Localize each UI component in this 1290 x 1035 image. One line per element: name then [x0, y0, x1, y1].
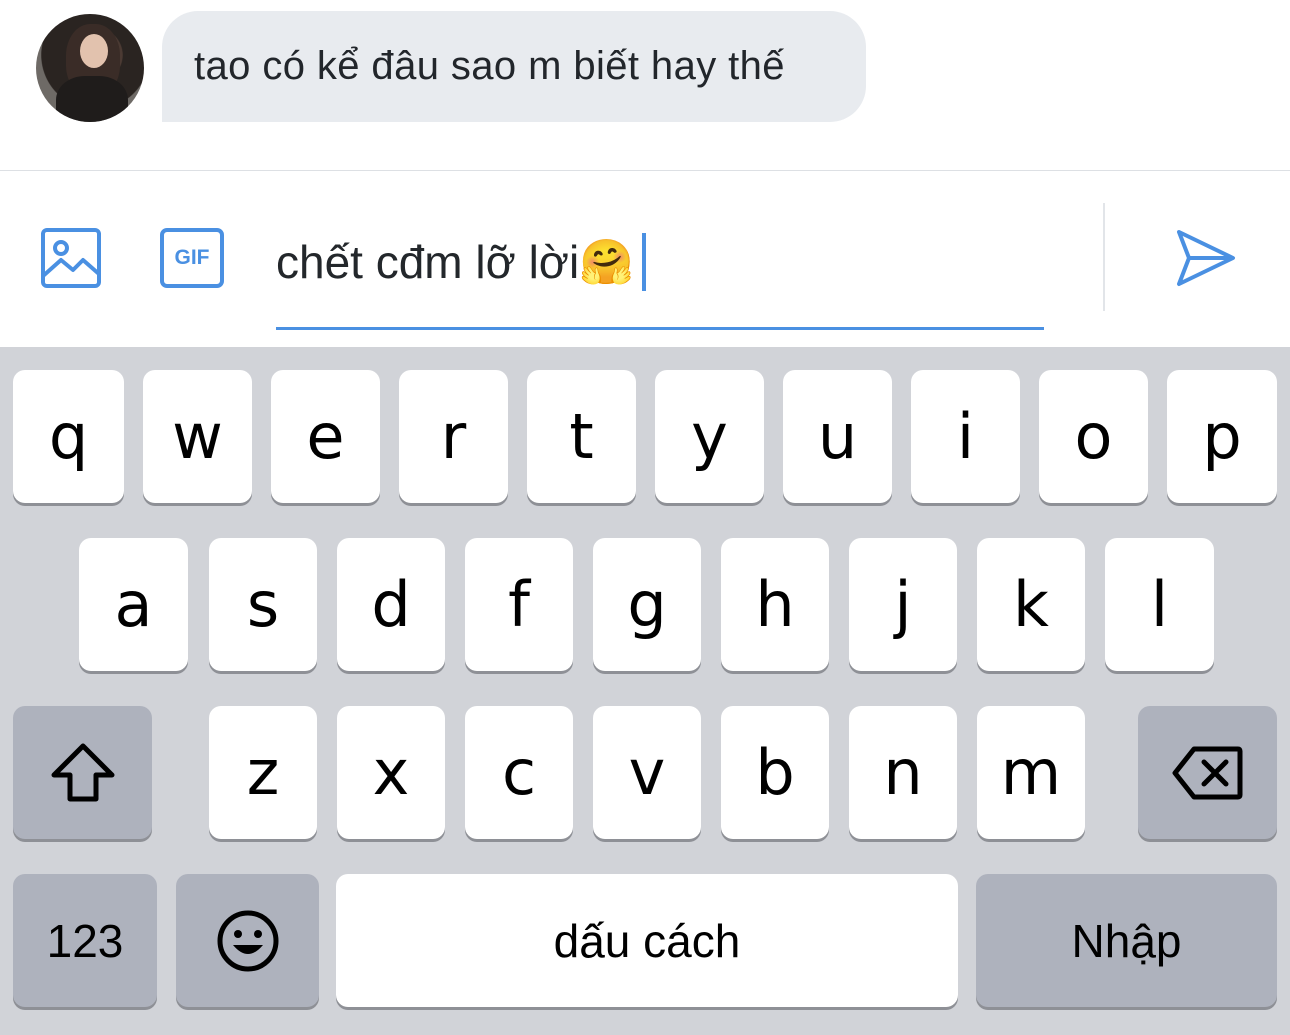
key-m[interactable]: m	[977, 706, 1085, 839]
space-key-label: dấu cách	[553, 914, 741, 967]
chat-area: tao có kể đâu sao m biết hay thế	[0, 0, 1290, 170]
key-label: v	[628, 735, 666, 809]
key-label: u	[817, 399, 858, 473]
image-button[interactable]	[38, 225, 104, 291]
gif-label: GIF	[174, 246, 210, 269]
keyboard: q w e r t y u i o p a s d f g h j k l z …	[0, 347, 1290, 1035]
numbers-key[interactable]: 123	[13, 874, 157, 1007]
key-label: s	[246, 567, 280, 641]
key-e[interactable]: e	[271, 370, 380, 503]
key-l[interactable]: l	[1105, 538, 1214, 671]
message-text: tao có kể đâu sao m biết hay thế	[194, 44, 785, 88]
emoji-icon	[217, 910, 278, 971]
key-label: e	[306, 399, 345, 473]
key-s[interactable]: s	[209, 538, 317, 671]
key-label: c	[501, 735, 537, 809]
emoji-key[interactable]	[176, 874, 319, 1007]
key-label: l	[1150, 567, 1169, 641]
key-b[interactable]: b	[721, 706, 829, 839]
key-n[interactable]: n	[849, 706, 957, 839]
key-r[interactable]: r	[399, 370, 508, 503]
key-label: h	[755, 567, 795, 641]
shift-icon	[51, 743, 114, 801]
key-label: i	[956, 399, 975, 473]
key-h[interactable]: h	[721, 538, 829, 671]
message-composer: GIF chết cđm lỡ lời 🤗	[0, 171, 1290, 347]
key-j[interactable]: j	[849, 538, 957, 671]
image-icon	[41, 228, 101, 288]
key-label: p	[1202, 399, 1242, 473]
return-key-label: Nhập	[1071, 914, 1182, 967]
key-label: d	[371, 567, 411, 641]
key-label: j	[894, 567, 912, 641]
key-label: o	[1074, 399, 1113, 473]
key-label: y	[691, 399, 728, 473]
avatar[interactable]	[36, 14, 144, 122]
key-t[interactable]: t	[527, 370, 636, 503]
key-i[interactable]: i	[911, 370, 1020, 503]
key-label: a	[114, 567, 153, 641]
return-key[interactable]: Nhập	[976, 874, 1277, 1007]
key-label: b	[755, 735, 795, 809]
message-input[interactable]: chết cđm lỡ lời 🤗	[276, 211, 1044, 330]
key-q[interactable]: q	[13, 370, 124, 503]
space-key[interactable]: dấu cách	[336, 874, 958, 1007]
key-label: f	[508, 567, 530, 641]
key-x[interactable]: x	[337, 706, 445, 839]
key-d[interactable]: d	[337, 538, 445, 671]
key-a[interactable]: a	[79, 538, 188, 671]
key-z[interactable]: z	[209, 706, 317, 839]
key-c[interactable]: c	[465, 706, 573, 839]
key-w[interactable]: w	[143, 370, 252, 503]
vertical-divider	[1103, 203, 1105, 311]
key-label: z	[246, 735, 280, 809]
shift-key[interactable]	[13, 706, 152, 839]
input-text: chết cđm lỡ lời	[276, 236, 580, 288]
key-label: k	[1013, 567, 1049, 641]
key-label: n	[883, 735, 923, 809]
emoji-hug: 🤗	[579, 238, 634, 287]
input-underline	[276, 327, 1044, 330]
key-label: x	[372, 735, 410, 809]
key-v[interactable]: v	[593, 706, 701, 839]
key-p[interactable]: p	[1167, 370, 1277, 503]
key-f[interactable]: f	[465, 538, 573, 671]
key-y[interactable]: y	[655, 370, 764, 503]
backspace-icon	[1172, 746, 1242, 799]
key-o[interactable]: o	[1039, 370, 1148, 503]
message-bubble: tao có kể đâu sao m biết hay thế	[162, 11, 866, 122]
key-u[interactable]: u	[783, 370, 892, 503]
key-label: w	[172, 399, 223, 473]
key-k[interactable]: k	[977, 538, 1085, 671]
key-label: q	[48, 399, 89, 473]
key-label: r	[440, 399, 467, 473]
backspace-key[interactable]	[1138, 706, 1277, 839]
text-caret	[641, 233, 646, 291]
key-label: t	[569, 399, 594, 473]
key-label: g	[627, 567, 667, 641]
key-label: m	[1000, 735, 1062, 809]
key-g[interactable]: g	[593, 538, 701, 671]
avatar-face	[80, 34, 108, 68]
gif-button[interactable]: GIF	[158, 225, 226, 291]
numbers-key-label: 123	[46, 914, 124, 967]
send-button[interactable]	[1170, 223, 1240, 293]
send-icon	[1177, 230, 1235, 286]
avatar-body	[56, 76, 128, 122]
